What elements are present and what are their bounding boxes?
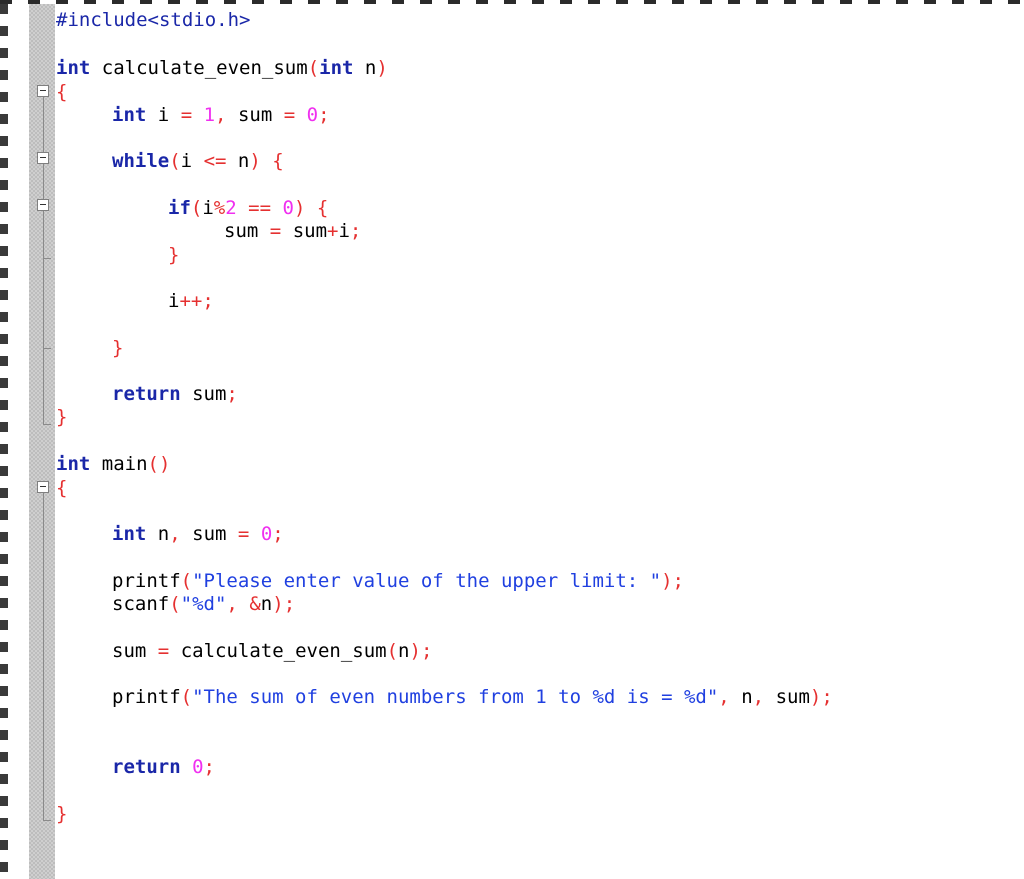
code-line-close-while: } (112, 337, 124, 359)
code-line-increment: i++; (168, 290, 214, 312)
fold-end-marker (43, 258, 51, 259)
code-line-close-func: } (56, 406, 68, 428)
fold-margin (35, 0, 53, 879)
fold-toggle-icon[interactable] (37, 152, 49, 164)
code-line-main-signature: int main() (56, 453, 171, 475)
code-line-include: #include<stdio.h> (56, 9, 251, 31)
code-line-printf-prompt: printf("Please enter value of the upper … (112, 570, 684, 592)
code-line-declare-n-sum: int n, sum = 0; (112, 523, 284, 545)
code-line-return-sum: return sum; (112, 383, 238, 405)
left-ruler (0, 4, 8, 879)
fold-toggle-icon[interactable] (37, 85, 49, 97)
fold-guide (43, 490, 44, 820)
code-line-func-signature: int calculate_even_sum(int n) (56, 57, 388, 79)
code-line-while: while(i <= n) { (112, 150, 284, 172)
fold-end-marker (43, 348, 51, 349)
fold-guide (43, 94, 44, 424)
code-line-sum-add: sum = sum+i; (224, 220, 362, 242)
code-line-scanf: scanf("%d", &n); (112, 593, 296, 615)
code-line-declare-i-sum: int i = 1, sum = 0; (112, 104, 330, 126)
fold-toggle-icon[interactable] (37, 199, 49, 211)
fold-toggle-icon[interactable] (37, 481, 49, 493)
code-line-printf-result: printf("The sum of even numbers from 1 t… (112, 686, 833, 708)
code-line-main-close-brace: } (56, 803, 68, 825)
code-line-main-open-brace: { (56, 477, 68, 499)
code-editor[interactable]: #include<stdio.h> int calculate_even_sum… (56, 0, 1024, 879)
fold-end-marker (43, 424, 51, 425)
code-line-return-zero: return 0; (112, 756, 215, 778)
code-line-if: if(i%2 == 0) { (168, 197, 329, 219)
code-line-call-function: sum = calculate_even_sum(n); (112, 640, 433, 662)
code-line-close-if: } (168, 244, 180, 266)
code-line-open-brace: { (56, 81, 68, 103)
fold-end-marker (43, 820, 51, 821)
